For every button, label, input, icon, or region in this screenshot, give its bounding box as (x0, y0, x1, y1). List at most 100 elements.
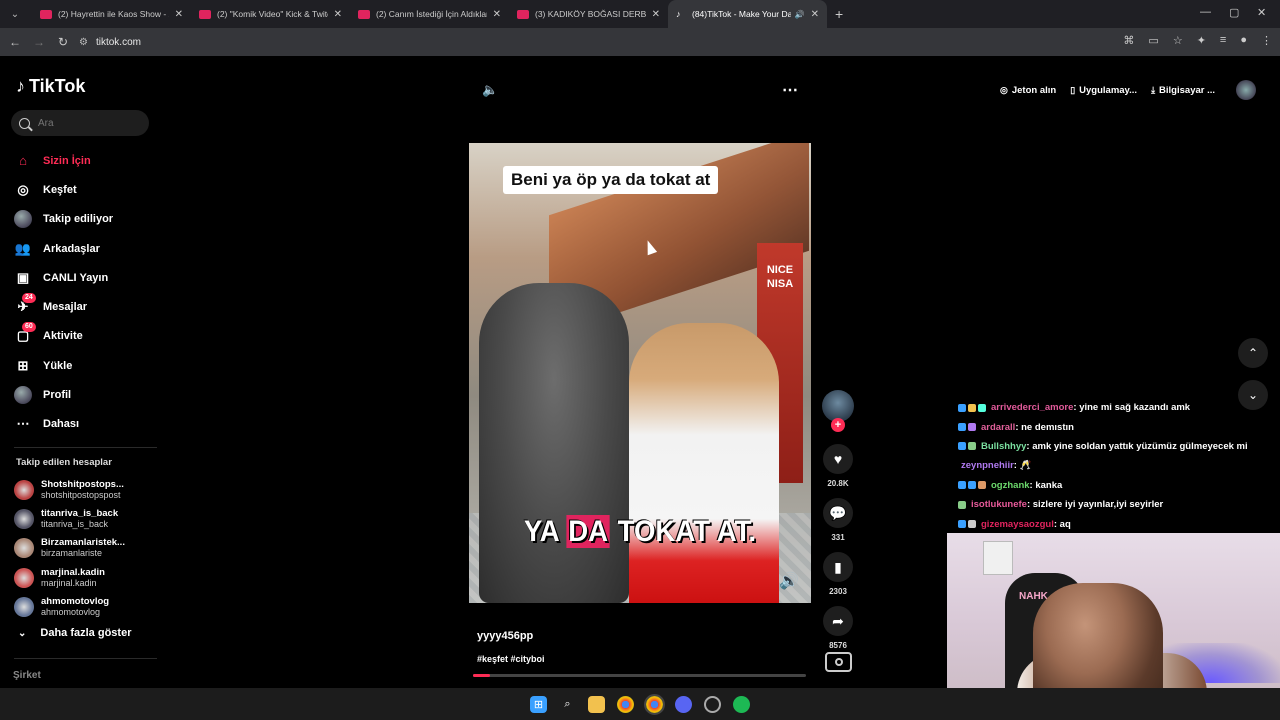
url-field[interactable]: ⚙ tiktok.com (79, 31, 1079, 53)
tab-search-icon[interactable]: ⌄ (4, 3, 26, 25)
bookmark-icon[interactable]: ▮ (823, 552, 853, 582)
discord-icon[interactable] (675, 695, 692, 713)
app-icon[interactable] (704, 695, 721, 713)
comment-action[interactable]: 💬 331 (822, 498, 854, 542)
chat-username: Bullshhyy (981, 440, 1027, 452)
sidebar-item-3[interactable]: 👥 Arkadaşlar (14, 234, 164, 263)
tab-close-icon[interactable]: ✕ (334, 9, 342, 20)
following-account[interactable]: Birzamanlaristek... birzamanlariste (14, 534, 164, 563)
browser-tab[interactable]: (3) KADIKÖY BOĞASI DERBİ KEYF... ✕ (509, 0, 668, 28)
more-options-icon[interactable]: ⋯ (782, 80, 799, 100)
tab-close-icon[interactable]: ✕ (811, 9, 819, 20)
spotify-icon[interactable] (733, 695, 750, 713)
media-icon[interactable]: ≡ (1220, 34, 1226, 47)
following-account[interactable]: Shotshitpostops... shotshitpostopspost (14, 475, 164, 504)
video-author[interactable]: yyyy456pp (477, 630, 533, 642)
account-name: Shotshitpostops... (41, 478, 124, 490)
minimize-icon[interactable]: — (1200, 6, 1211, 18)
notification-badge: 24 (22, 293, 36, 304)
like-action[interactable]: ♥ 20.8K (822, 444, 854, 488)
follow-plus-icon[interactable]: + (831, 418, 845, 432)
account-handle: ahmomotovlog (41, 606, 101, 617)
account-name: ahmomotovlog (41, 595, 110, 607)
youtube-favicon-icon (517, 9, 529, 19)
browser-menu-icon[interactable]: ⋮ (1261, 34, 1272, 47)
browser-tab[interactable]: (2) Hayrettin ile Kaos Show - 2... ✕ (32, 0, 191, 28)
account-handle: titanriva_is_back (41, 518, 109, 529)
chrome-active-icon[interactable] (644, 693, 665, 715)
forward-icon[interactable]: → (27, 35, 51, 49)
chat-message: isotlukunefe : sizlere iyi yayınlar,iyi … (958, 495, 1280, 514)
following-account[interactable]: ahmomotovlog ahmomotovlog (14, 592, 164, 621)
taskbar-search-icon[interactable]: ⌕ (559, 696, 576, 713)
maximize-icon[interactable]: ▢ (1229, 6, 1239, 19)
close-window-icon[interactable]: ✕ (1257, 6, 1266, 19)
reload-icon[interactable]: ↻ (51, 35, 75, 49)
previous-video-button[interactable]: ⌃ (1238, 338, 1268, 368)
video-player[interactable]: NICE NISA Beni ya öp ya da tokat at YA D… (469, 143, 811, 603)
video-progress-bar[interactable] (473, 674, 806, 677)
tab-audio-icon[interactable]: 🔊 (795, 10, 805, 19)
sidebar-item-6[interactable]: ▢ 60 Aktivite (14, 322, 164, 351)
company-link[interactable]: Şirket (13, 670, 41, 681)
comment-icon[interactable]: 💬 (823, 498, 853, 528)
desktop-app-button[interactable]: ⤓ Bilgisayar ... (1144, 78, 1222, 102)
back-icon[interactable]: ← (3, 35, 27, 49)
sidebar-item-2[interactable]: Takip ediliyor (14, 205, 164, 234)
chrome-icon[interactable] (617, 695, 634, 713)
file-explorer-icon[interactable] (588, 695, 605, 713)
account-handle: marjinal.kadin (41, 577, 97, 588)
sidebar-item-8[interactable]: Profil (14, 380, 164, 409)
get-app-button[interactable]: ▯ Uygulamay... (1063, 78, 1144, 102)
get-coins-button[interactable]: ◎ Jeton alın (993, 78, 1063, 102)
sidebar-item-9[interactable]: ⋯ Dahası (14, 410, 164, 439)
creator-avatar[interactable]: + (822, 390, 854, 432)
video-volume-icon[interactable]: 🔊 (779, 571, 799, 591)
browser-tab[interactable]: ♪ (84)TikTok - Make Your Day 🔊 ✕ (668, 0, 827, 28)
share-action[interactable]: ➦ 8576 (822, 606, 854, 650)
share-icon[interactable]: ➦ (823, 606, 853, 636)
account-handle: shotshitpostopspost (41, 489, 121, 500)
browser-tab[interactable]: (2) "Komik Video" Kick & Twitch... ✕ (191, 0, 350, 28)
tab-close-icon[interactable]: ✕ (175, 9, 183, 20)
sidebar-item-5[interactable]: ✈ 24 Mesajlar (14, 292, 164, 321)
profile-icon[interactable]: ● (1240, 34, 1247, 47)
user-avatar[interactable] (1236, 80, 1257, 100)
translate-icon[interactable]: ⌘ (1123, 34, 1134, 47)
search-input[interactable] (38, 117, 138, 129)
chat-text: : aq (1053, 518, 1071, 530)
youtube-favicon-icon (358, 9, 370, 19)
sidebar-item-label: Keşfet (43, 183, 77, 196)
sidebar-item-7[interactable]: ⊞ Yükle (14, 351, 164, 380)
browser-tab[interactable]: (2) Canım İstediği İçin Aldıklarım... ✕ (350, 0, 509, 28)
tiktok-logo[interactable]: ♪ TikTok (16, 76, 85, 97)
following-account[interactable]: titanriva_is_back titanriva_is_back (14, 504, 164, 533)
chat-message: ardarall : ne demıstın (958, 417, 1280, 436)
following-avatar-icon (14, 210, 32, 229)
show-more-button[interactable]: ⌄ Daha fazla göster (18, 627, 131, 639)
compass-icon: ◎ (17, 181, 29, 197)
cast-icon[interactable]: ▭ (1148, 34, 1158, 47)
new-tab-icon[interactable]: + (835, 6, 843, 22)
video-hashtags[interactable]: #keşfet #cityboi (477, 654, 545, 664)
sidebar-item-1[interactable]: ◎ Keşfet (14, 175, 164, 204)
windows-start-icon[interactable]: ⊞ (530, 695, 547, 713)
following-account[interactable]: marjinal.kadin marjinal.kadin (14, 563, 164, 592)
site-info-icon[interactable]: ⚙ (79, 37, 88, 48)
tab-close-icon[interactable]: ✕ (652, 9, 660, 20)
sidebar-item-4[interactable]: ▣ CANLI Yayın (14, 263, 164, 292)
chat-badge-icon (968, 442, 976, 451)
tab-title: (3) KADIKÖY BOĞASI DERBİ KEYF... (535, 9, 646, 19)
chat-badge-icon (978, 403, 986, 412)
chat-message: ogzhank : kanka (958, 476, 1280, 495)
volume-icon[interactable]: 🔈 (482, 82, 498, 98)
bookmark-star-icon[interactable]: ☆ (1173, 34, 1183, 47)
extensions-icon[interactable]: ✦ (1197, 34, 1206, 47)
sidebar-item-0[interactable]: ⌂ Sizin İçin (14, 146, 164, 175)
save-action[interactable]: ▮ 2303 (822, 552, 854, 596)
sidebar-divider (14, 658, 157, 659)
heart-icon[interactable]: ♥ (823, 444, 853, 474)
search-box[interactable] (11, 110, 149, 136)
camera-icon[interactable] (825, 652, 852, 672)
tab-close-icon[interactable]: ✕ (493, 9, 501, 20)
